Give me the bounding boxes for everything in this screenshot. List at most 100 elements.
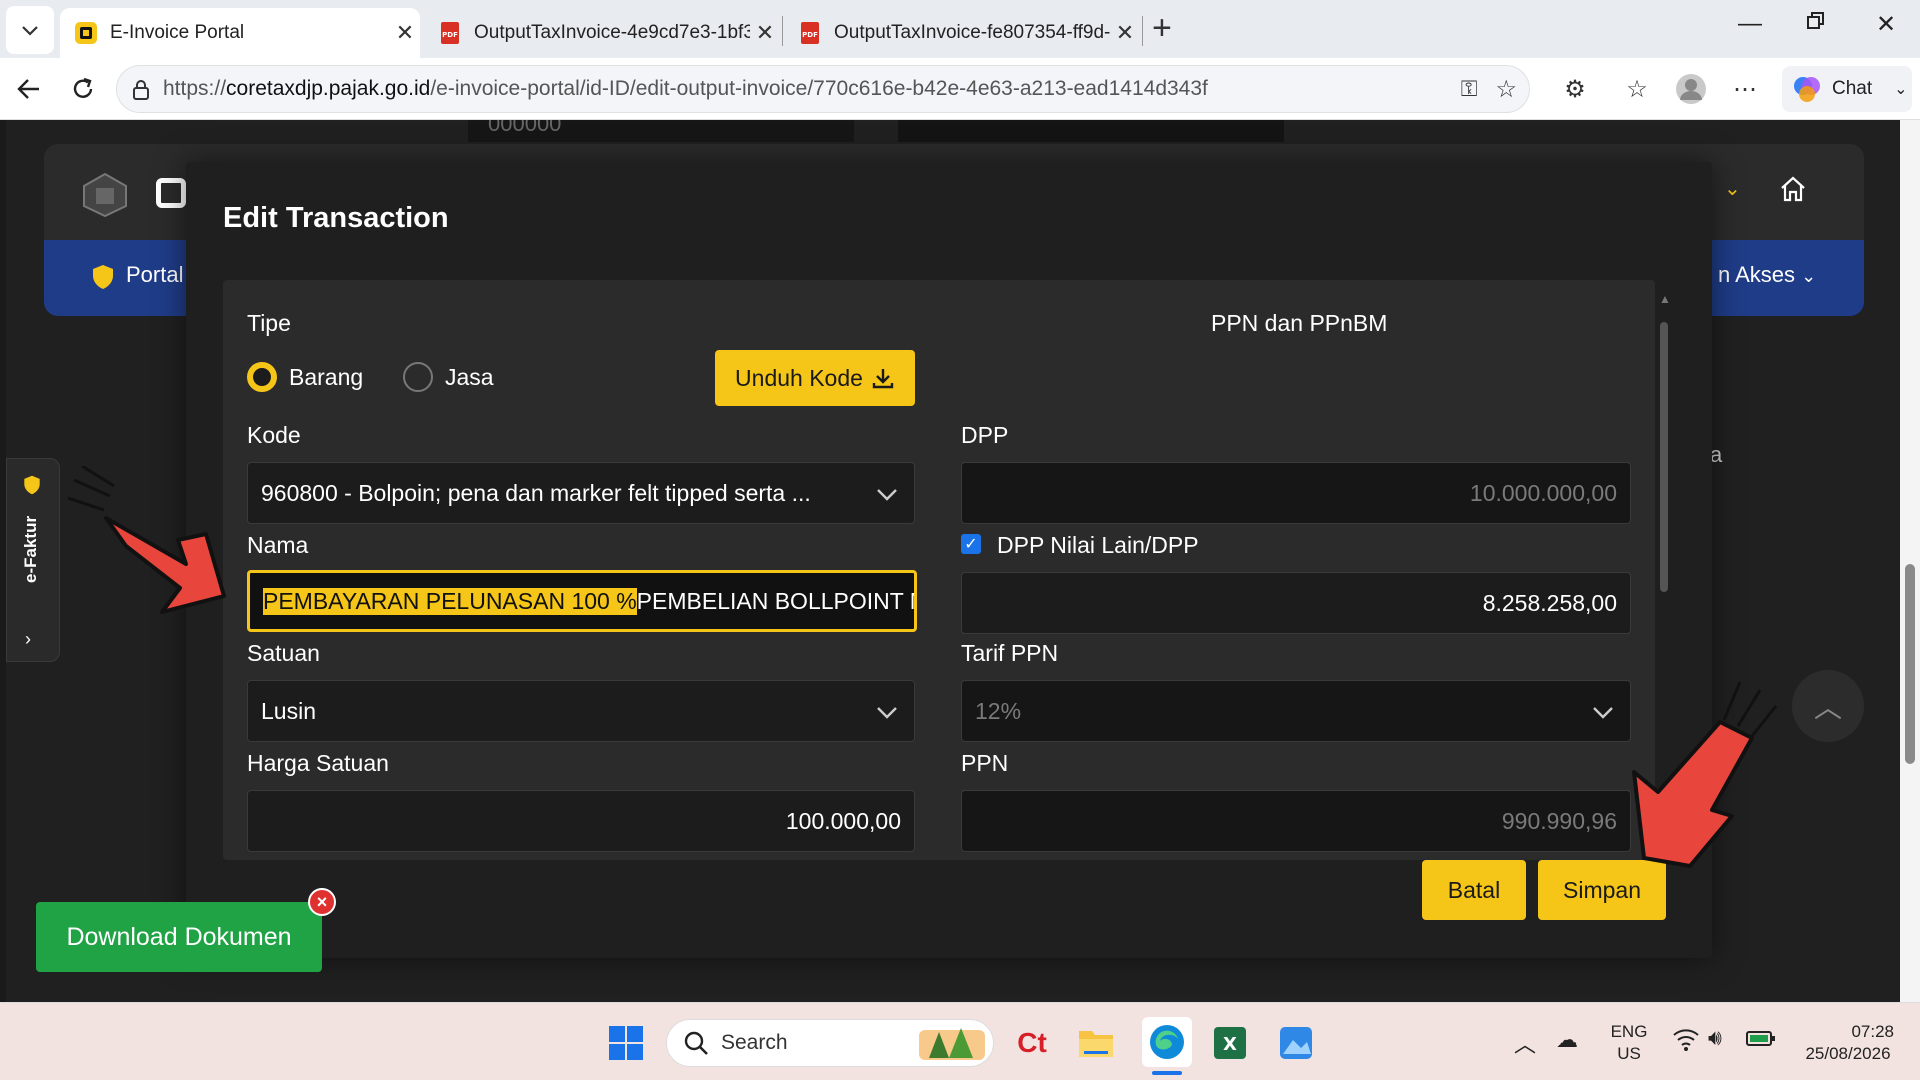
- nav-akses-menu[interactable]: n Akses ⌄: [1718, 262, 1816, 288]
- close-tab-icon[interactable]: ✕: [390, 20, 420, 46]
- more-menu-icon[interactable]: ⋯: [1728, 72, 1762, 106]
- unduh-kode-button[interactable]: Unduh Kode: [715, 350, 915, 406]
- keyboard-layout: US: [1617, 1044, 1641, 1063]
- shield-icon: [93, 265, 113, 289]
- shield-icon: [24, 475, 40, 495]
- ppn-section-title: PPN dan PPnBM: [1211, 310, 1388, 336]
- radio-barang[interactable]: [247, 362, 277, 392]
- scroll-to-top-button[interactable]: ︿: [1792, 670, 1864, 742]
- browser-tab-bar: E-Invoice Portal ✕ PDF OutputTaxInvoice-…: [0, 0, 1920, 58]
- back-button[interactable]: [12, 72, 46, 106]
- home-icon[interactable]: [1778, 174, 1808, 204]
- chevron-up-icon[interactable]: ︿: [1514, 1027, 1536, 1059]
- clock-time: 07:28: [1851, 1022, 1894, 1041]
- tab-output-tax-invoice-1[interactable]: PDF OutputTaxInvoice-4e9cd7e3-1bf3- ✕: [424, 8, 780, 58]
- close-tab-icon[interactable]: ✕: [1110, 20, 1140, 46]
- dpp-nilai-lain-input[interactable]: 8.258.258,00: [961, 572, 1631, 634]
- reload-button[interactable]: [66, 72, 100, 106]
- close-window-button[interactable]: ✕: [1876, 10, 1896, 39]
- tab-separator: [1142, 16, 1143, 46]
- battery-icon[interactable]: [1746, 1029, 1776, 1052]
- clock[interactable]: 07:28 25/08/2026: [1788, 1021, 1908, 1065]
- nama-input[interactable]: PEMBAYARAN PELUNASAN 100 % PEMBELIAN BOL…: [247, 570, 917, 632]
- kode-select[interactable]: 960800 - Bolpoin; pena dan marker felt t…: [247, 462, 915, 524]
- page-scrollbar[interactable]: [1900, 120, 1920, 1002]
- harga-satuan-input[interactable]: 100.000,00: [247, 790, 915, 852]
- favorite-star-icon[interactable]: ☆: [1495, 75, 1517, 104]
- ppn-input: 990.990,96: [961, 790, 1631, 852]
- satuan-label: Satuan: [247, 640, 320, 666]
- tab-separator: [782, 16, 783, 46]
- app-coretax-icon[interactable]: Ct: [1012, 1023, 1052, 1063]
- dpp-value: 10.000.000,00: [1469, 479, 1617, 506]
- profile-avatar-icon[interactable]: [1674, 72, 1708, 106]
- taskbar-search[interactable]: Search: [666, 1019, 994, 1067]
- new-tab-button[interactable]: +: [1152, 10, 1172, 46]
- chevron-down-icon: [877, 489, 897, 501]
- minimize-button[interactable]: —: [1738, 10, 1762, 38]
- svg-text:X: X: [1223, 1034, 1237, 1055]
- copilot-icon: [1794, 77, 1820, 102]
- wifi-icon[interactable]: [1672, 1027, 1700, 1056]
- nav-portal-label[interactable]: Portal: [126, 262, 183, 288]
- tab-actions-button[interactable]: [6, 6, 54, 54]
- windows-taskbar: Search Ct X ︿ ☁ ENG US 🔊︎ 07:28 25/08/20…: [0, 1002, 1920, 1080]
- edit-transaction-modal: Edit Transaction Tipe Barang Jasa Unduh …: [186, 162, 1712, 958]
- extensions-icon[interactable]: ⚙: [1558, 72, 1592, 106]
- restore-button[interactable]: [1806, 10, 1826, 38]
- tab-title: OutputTaxInvoice-fe807354-ff9d-4: [834, 22, 1110, 43]
- search-placeholder: Search: [721, 1031, 788, 1054]
- address-toolbar: https://coretaxdjp.pajak.go.id/e-invoice…: [0, 58, 1920, 120]
- dpp-nilai-lain-label[interactable]: DPP Nilai Lain/DPP: [997, 532, 1199, 559]
- background-input-field: [898, 120, 1284, 142]
- page-scroll-thumb[interactable]: [1905, 564, 1915, 764]
- excel-icon[interactable]: X: [1210, 1023, 1250, 1063]
- key-icon[interactable]: ⚿: [1461, 76, 1478, 102]
- url-scheme: https://: [163, 77, 227, 100]
- satuan-select[interactable]: Lusin: [247, 680, 915, 742]
- windows-start-button[interactable]: [606, 1023, 646, 1063]
- batal-button[interactable]: Batal: [1422, 860, 1526, 920]
- satuan-select-value: Lusin: [261, 697, 316, 724]
- url-bar[interactable]: https://coretaxdjp.pajak.go.id/e-invoice…: [116, 65, 1530, 113]
- download-dokumen-label: Download Dokumen: [66, 922, 292, 951]
- radio-jasa-label[interactable]: Jasa: [445, 364, 494, 391]
- red-arrow-annotation-left: [67, 466, 226, 614]
- active-app-indicator: [1152, 1071, 1182, 1075]
- unduh-kode-label: Unduh Kode: [735, 364, 863, 391]
- close-tab-icon[interactable]: ✕: [750, 20, 780, 46]
- modal-scroll-thumb[interactable]: [1660, 322, 1668, 592]
- copilot-chat-button[interactable]: Chat ⌄: [1782, 66, 1912, 112]
- radio-barang-label[interactable]: Barang: [289, 364, 363, 391]
- edge-browser-icon[interactable]: [1142, 1017, 1192, 1067]
- kode-label: Kode: [247, 422, 301, 448]
- simpan-label: Simpan: [1563, 876, 1641, 903]
- radio-jasa[interactable]: [403, 362, 433, 392]
- onedrive-icon[interactable]: ☁: [1556, 1027, 1578, 1053]
- chevron-up-icon[interactable]: ▲: [1659, 292, 1671, 306]
- refresh-icon: [73, 77, 93, 98]
- download-dokumen-button[interactable]: Download Dokumen: [36, 902, 322, 972]
- lock-icon: [133, 80, 149, 100]
- file-explorer-icon[interactable]: [1076, 1023, 1116, 1063]
- favorites-icon[interactable]: ☆: [1620, 72, 1654, 106]
- photos-app-icon[interactable]: [1276, 1023, 1316, 1063]
- tab-output-tax-invoice-2[interactable]: PDF OutputTaxInvoice-fe807354-ff9d-4 ✕: [784, 8, 1140, 58]
- chevron-down-icon[interactable]: ⌄: [1724, 176, 1741, 201]
- batal-label: Batal: [1447, 876, 1501, 903]
- volume-icon[interactable]: 🔊︎: [1708, 1025, 1722, 1051]
- tarif-ppn-value: 12%: [975, 697, 1022, 724]
- tarif-ppn-select: 12%: [961, 680, 1631, 742]
- close-download-icon[interactable]: ×: [308, 888, 336, 916]
- chat-label: Chat: [1832, 78, 1873, 99]
- tarif-ppn-label: Tarif PPN: [961, 640, 1059, 666]
- pdf-icon: PDF: [441, 22, 459, 44]
- harga-satuan-value: 100.000,00: [785, 807, 901, 834]
- language-indicator[interactable]: ENG US: [1604, 1021, 1654, 1065]
- dpp-nilai-lain-checkbox[interactable]: ✓: [961, 534, 981, 554]
- e-faktur-side-tab[interactable]: e-Faktur ›: [6, 458, 60, 662]
- dpp-input: 10.000.000,00: [961, 462, 1631, 524]
- dpp-label: DPP: [961, 422, 1009, 448]
- windows-logo-icon: [609, 1026, 643, 1060]
- tab-e-invoice-portal[interactable]: E-Invoice Portal ✕: [60, 8, 420, 58]
